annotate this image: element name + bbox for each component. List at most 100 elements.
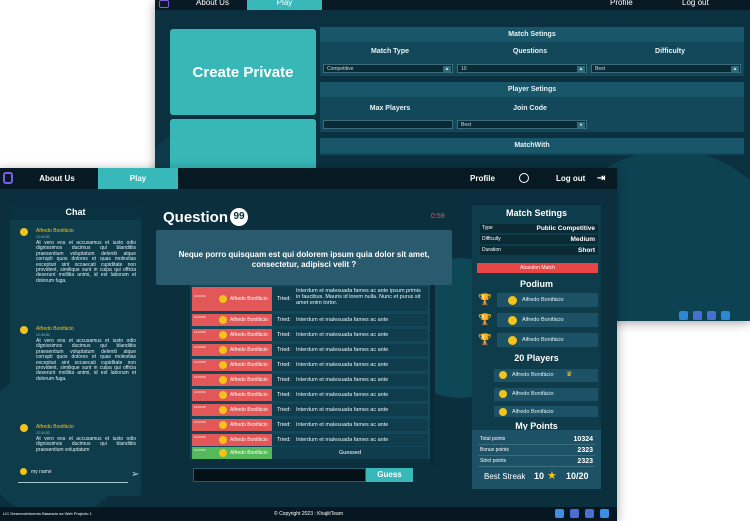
logo-icon bbox=[159, 0, 169, 8]
user-avatar-icon bbox=[219, 406, 227, 414]
tries-list: 12:34:52 Alfredo Bonifácio Tried: Interdu… bbox=[190, 285, 430, 459]
email-icon[interactable] bbox=[600, 509, 609, 518]
chat-message-text: At vero eos et accusamus et iusto odio d… bbox=[36, 240, 136, 284]
instagram-icon[interactable] bbox=[693, 311, 702, 320]
match-type-row: Type Public Competitive bbox=[480, 224, 598, 233]
player-list-item: Alfredo Bonifácio bbox=[494, 406, 598, 417]
chat-message-author: Alfredo Bonifácio bbox=[36, 424, 74, 430]
github-icon[interactable] bbox=[585, 509, 594, 518]
max-players-input[interactable] bbox=[323, 120, 453, 129]
user-avatar-icon bbox=[219, 331, 227, 339]
matchwith-label: MatchWith bbox=[320, 138, 744, 153]
max-players-label: Max Players bbox=[369, 105, 411, 112]
chat-message-author: Alfredo Bonifácio bbox=[36, 326, 74, 332]
player-list-item: Alfredo Bonifácio ♛ bbox=[494, 369, 598, 382]
logo-icon[interactable] bbox=[3, 172, 13, 184]
email-icon[interactable] bbox=[721, 311, 730, 320]
logout-icon[interactable]: ⇥ bbox=[597, 168, 605, 189]
question-header: Question 99 0:59 bbox=[156, 205, 452, 229]
nav-play[interactable]: Play bbox=[98, 168, 178, 189]
chat-message-author: Alfredo Bonifácio bbox=[36, 228, 74, 234]
user-avatar-icon bbox=[508, 316, 517, 325]
best-streak-label: Best Streak bbox=[484, 472, 526, 481]
try-row: 12:34:52 Alfredo Bonifácio Tried: Interdu… bbox=[192, 287, 428, 311]
user-avatar-icon bbox=[499, 371, 507, 379]
join-code-input[interactable]: Best ● bbox=[457, 120, 587, 129]
question-text: Neque porro quisquam est qui dolorem ips… bbox=[178, 250, 430, 269]
match-settings-title: Match Setings bbox=[505, 208, 567, 218]
user-avatar-icon bbox=[219, 361, 227, 369]
star-icon: ★ bbox=[547, 470, 557, 482]
chat-message-time: 12:34:52 bbox=[36, 431, 50, 435]
duration-row: Duration Short bbox=[480, 246, 598, 255]
difficulty-select[interactable]: Best ▲ bbox=[591, 64, 741, 73]
chat-message-text: At vero eos et accusamus et iusto odio d… bbox=[36, 436, 136, 453]
navbar: About Us Play Profile Log out ⇥ bbox=[0, 168, 617, 189]
chat-input[interactable]: my name bbox=[18, 466, 128, 483]
players-title: 20 Players bbox=[514, 353, 559, 363]
podium-first: Alfredo Bonifácio bbox=[497, 293, 598, 307]
chat-input-name: my name bbox=[31, 469, 52, 475]
chat-message-time: 12:34:52 bbox=[36, 333, 50, 337]
best-streak-value: 10 bbox=[534, 471, 545, 481]
user-avatar-icon bbox=[20, 326, 28, 334]
game-window: About Us Play Profile Log out ⇥ Chat Alf… bbox=[0, 168, 617, 521]
back-nav-profile[interactable]: Profile bbox=[610, 0, 633, 7]
total-points-row: Total points 10324 bbox=[478, 436, 595, 445]
user-avatar-icon bbox=[219, 449, 227, 457]
try-row: 12:34:52 Alfredo Bonifácio Tried: Interdum … bbox=[192, 314, 428, 326]
podium-third: Alfredo Bonifácio bbox=[497, 333, 598, 347]
crown-icon: ♛ bbox=[566, 371, 573, 378]
user-avatar-icon bbox=[20, 228, 28, 236]
podium-second: Alfredo Bonifácio bbox=[497, 313, 598, 327]
question-box: Neque porro quisquam est qui dolorem ips… bbox=[156, 230, 452, 285]
nav-about[interactable]: About Us bbox=[22, 168, 92, 189]
abandon-match-button[interactable]: Abandon Match bbox=[477, 263, 598, 273]
create-private-button[interactable]: Create Private bbox=[170, 29, 316, 115]
nav-logout[interactable]: Log out bbox=[556, 168, 585, 189]
try-row: 12:34:52 Alfredo Bonifácio Tried: Interdum … bbox=[192, 359, 428, 371]
player-settings-panel: Player Setings Max Players Join Code Bes… bbox=[320, 82, 744, 132]
profile-avatar-icon[interactable] bbox=[519, 173, 529, 183]
player-settings-title: Player Setings bbox=[320, 82, 744, 97]
join-code-label: Join Code bbox=[513, 105, 547, 112]
nav-profile[interactable]: Profile bbox=[470, 168, 495, 189]
footer: LIC Desenvolvimento Baseado na Web Proje… bbox=[0, 507, 617, 521]
match-type-label: Match Type bbox=[371, 48, 409, 55]
github-icon[interactable] bbox=[707, 311, 716, 320]
back-nav-about[interactable]: About Us bbox=[185, 0, 240, 10]
tries-scrollbar[interactable] bbox=[430, 285, 435, 465]
chat-title: Chat bbox=[10, 205, 141, 220]
question-title: Question bbox=[163, 209, 229, 226]
try-row: 12:34:52 Alfredo Bonifácio Tried: Interdum … bbox=[192, 389, 428, 401]
guess-button[interactable]: Guess bbox=[366, 468, 413, 482]
bonus-points-row: Bonus points 2323 bbox=[478, 447, 595, 456]
match-type-select[interactable]: Competitive ▲ bbox=[323, 64, 453, 73]
question-timer: 0:59 bbox=[431, 213, 445, 220]
back-nav-play[interactable]: Play bbox=[247, 0, 322, 10]
strict-points-row: Strict points 2323 bbox=[478, 458, 595, 467]
player-list-item: Alfredo Bonifácio bbox=[494, 388, 598, 401]
user-avatar-icon bbox=[20, 468, 27, 475]
try-row: 12:34:52 Alfredo Bonifácio Tried: Interdum … bbox=[192, 329, 428, 341]
trophy-icon: 🏆 bbox=[478, 314, 492, 326]
user-avatar-icon bbox=[508, 296, 517, 305]
match-settings-panel: Match Setings Match Type Questions Diffi… bbox=[320, 27, 744, 76]
chat-message-time: 12:34:52 bbox=[36, 235, 50, 239]
podium-title: Podium bbox=[520, 279, 553, 289]
twitter-icon[interactable] bbox=[555, 509, 564, 518]
instagram-icon[interactable] bbox=[570, 509, 579, 518]
send-icon[interactable]: ➢ bbox=[131, 469, 139, 480]
user-avatar-icon bbox=[219, 436, 227, 444]
back-nav-logout[interactable]: Log out bbox=[682, 0, 709, 7]
try-row: 12:34:52 Alfredo Bonifácio Tried: Interdum … bbox=[192, 419, 428, 431]
user-avatar-icon bbox=[499, 390, 507, 398]
question-number-badge: 99 bbox=[230, 208, 248, 226]
try-row: 12:34:52 Alfredo Bonifácio Tried: Interdum … bbox=[192, 374, 428, 386]
questions-select[interactable]: 10 ▲ bbox=[457, 64, 587, 73]
match-settings-title: Match Setings bbox=[320, 27, 744, 42]
trophy-icon: 🏆 bbox=[478, 334, 492, 346]
chat-panel: Chat Alfredo Bonifácio 12:34:52 At vero … bbox=[10, 205, 141, 496]
twitter-icon[interactable] bbox=[679, 311, 688, 320]
guess-input[interactable] bbox=[193, 468, 366, 482]
